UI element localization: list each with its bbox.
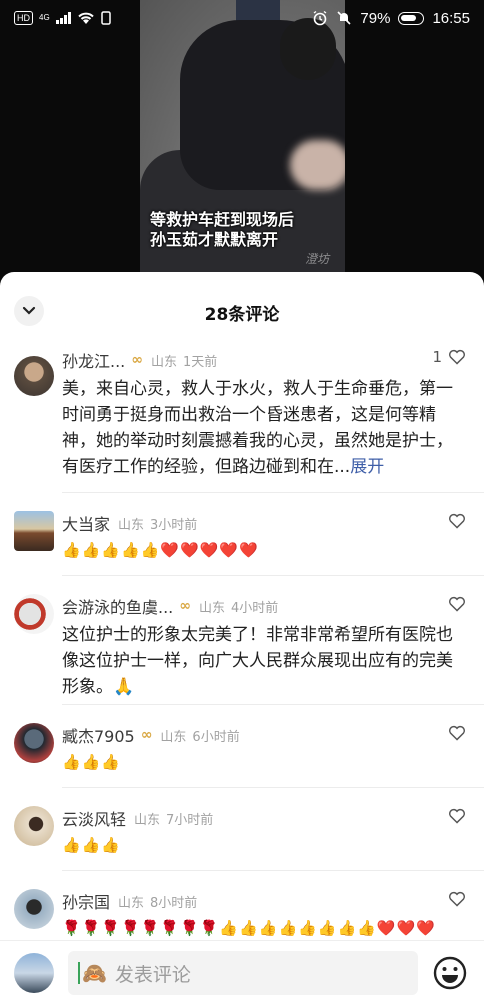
comment-text: 👍👍👍👍👍❤️❤️❤️❤️❤️	[62, 541, 259, 559]
comment-author[interactable]: 大当家	[62, 511, 110, 535]
avatar[interactable]	[14, 594, 54, 634]
text-cursor	[78, 962, 80, 984]
like-button[interactable]	[448, 891, 466, 907]
comment-time: 1天前	[182, 354, 218, 370]
mute-icon	[337, 11, 351, 25]
comment-location: 山东	[134, 812, 161, 828]
battery-icon	[398, 11, 425, 25]
comments-sheet: 28条评论 孙龙江... ∞ 山东 1天前 1 美，来自心灵，救人于水火，救人于…	[0, 272, 484, 1006]
nfc-icon	[100, 11, 111, 25]
network-type: 4G	[39, 13, 50, 22]
comment-header: 云淡风轻 山东 7小时前	[62, 806, 470, 830]
clock: 16:55	[432, 9, 470, 27]
alarm-icon	[314, 10, 327, 26]
heart-icon	[449, 596, 465, 612]
comment-header: 会游泳的鱼虞... ∞ 山东 4小时前	[62, 594, 470, 618]
comment-item[interactable]: 大当家 山东 3小时前 👍👍👍👍👍❤️❤️❤️❤️❤️	[0, 493, 484, 575]
avatar[interactable]	[14, 356, 54, 396]
like-button[interactable]: 1	[432, 348, 466, 366]
video-caption-line2: 孙玉茹才默默离开	[150, 230, 279, 249]
comment-author[interactable]: 臧杰7905	[62, 723, 135, 747]
like-button[interactable]	[448, 596, 466, 612]
monkey-emoji-icon: 🙈	[82, 961, 107, 985]
heart-icon	[449, 725, 465, 741]
comment-text: 🌹🌹🌹🌹🌹🌹🌹🌹👍👍👍👍👍👍👍👍❤️❤️❤️	[62, 919, 436, 937]
comment-text: 美，来自心灵，救人于水火，救人于生命垂危，第一时间勇于挺身而出救治一个昏迷患者，…	[62, 376, 470, 480]
heart-icon	[449, 349, 465, 365]
comment-location: 山东	[150, 354, 177, 370]
comment-text: 👍👍👍	[62, 836, 122, 854]
comment-input[interactable]: 🙈 发表评论	[68, 951, 418, 995]
avatar[interactable]	[14, 511, 54, 551]
comment-time: 4小时前	[230, 600, 279, 616]
comments-header: 28条评论	[0, 272, 484, 348]
my-avatar[interactable]	[14, 953, 54, 993]
comment-text: 这位护士的形象太完美了！非常非常希望所有医院也像这位护士一样，向广大人民群众展现…	[62, 625, 453, 697]
comment-input-placeholder: 发表评论	[114, 963, 191, 986]
battery-percent: 79%	[360, 9, 391, 27]
comment-header: 大当家 山东 3小时前	[62, 511, 470, 535]
avatar[interactable]	[14, 723, 54, 763]
like-count: 1	[432, 348, 442, 366]
comment-time: 6小时前	[192, 729, 240, 745]
comment-location: 山东	[198, 600, 225, 616]
status-right: 79% 16:55	[312, 10, 470, 27]
expand-link[interactable]: 展开	[350, 457, 384, 477]
like-button[interactable]	[448, 725, 466, 741]
comment-time: 3小时前	[150, 517, 198, 533]
comment-header: 孙宗国 山东 8小时前	[62, 889, 470, 913]
signal-icon	[55, 12, 71, 24]
avatar[interactable]	[14, 806, 54, 846]
comment-location: 山东	[160, 729, 187, 745]
avatar[interactable]	[14, 889, 54, 929]
like-button[interactable]	[448, 808, 466, 824]
wifi-icon	[77, 12, 94, 24]
comment-author[interactable]: 会游泳的鱼虞...	[62, 594, 173, 618]
status-left: HD 4G	[14, 11, 111, 25]
comment-item[interactable]: 孙龙江... ∞ 山东 1天前 1 美，来自心灵，救人于水火，救人于生命垂危，第…	[0, 348, 484, 492]
video-watermark: 澄坊	[305, 252, 330, 266]
comment-location: 山东	[118, 895, 145, 911]
hd-badge: HD	[14, 11, 33, 25]
comment-text: 👍👍👍	[62, 753, 122, 771]
comment-item[interactable]: 会游泳的鱼虞... ∞ 山东 4小时前 这位护士的形象太完美了！非常非常希望所有…	[0, 576, 484, 704]
comment-input-bar: 🙈 发表评论	[0, 940, 484, 1006]
comment-header: 臧杰7905 ∞ 山东 6小时前	[62, 723, 470, 747]
video-blurred-face	[290, 140, 345, 190]
video-caption: 等救护车赶到现场后 孙玉茹才默默离开	[150, 210, 294, 250]
comment-time: 7小时前	[166, 812, 214, 828]
video-player[interactable]: 等救护车赶到现场后 孙玉茹才默默离开 澄坊	[0, 0, 484, 282]
heart-icon	[449, 891, 465, 907]
heart-icon	[449, 513, 465, 529]
comment-header: 孙龙江... ∞ 山东 1天前	[62, 348, 470, 372]
comments-title: 28条评论	[204, 305, 280, 325]
comment-item[interactable]: 云淡风轻 山东 7小时前 👍👍👍	[0, 788, 484, 870]
video-caption-line1: 等救护车赶到现场后	[150, 210, 295, 229]
comment-body: 美，来自心灵，救人于水火，救人于生命垂危，第一时间勇于挺身而出救治一个昏迷患者，…	[62, 379, 453, 477]
comment-author[interactable]: 孙龙江...	[62, 348, 125, 372]
comment-author[interactable]: 孙宗国	[62, 889, 110, 913]
emoji-picker-icon[interactable]	[432, 955, 468, 991]
heart-icon	[449, 808, 465, 824]
comment-time: 8小时前	[150, 895, 198, 911]
comment-location: 山东	[118, 517, 145, 533]
like-button[interactable]	[448, 513, 466, 529]
fan-badge-icon: ∞	[131, 352, 143, 368]
fan-badge-icon: ∞	[179, 598, 191, 614]
fan-badge-icon: ∞	[140, 727, 153, 743]
status-bar: HD 4G 79% 16:55	[0, 0, 484, 36]
comment-item[interactable]: 臧杰7905 ∞ 山东 6小时前 👍👍👍	[0, 705, 484, 787]
comment-author[interactable]: 云淡风轻	[62, 806, 126, 830]
